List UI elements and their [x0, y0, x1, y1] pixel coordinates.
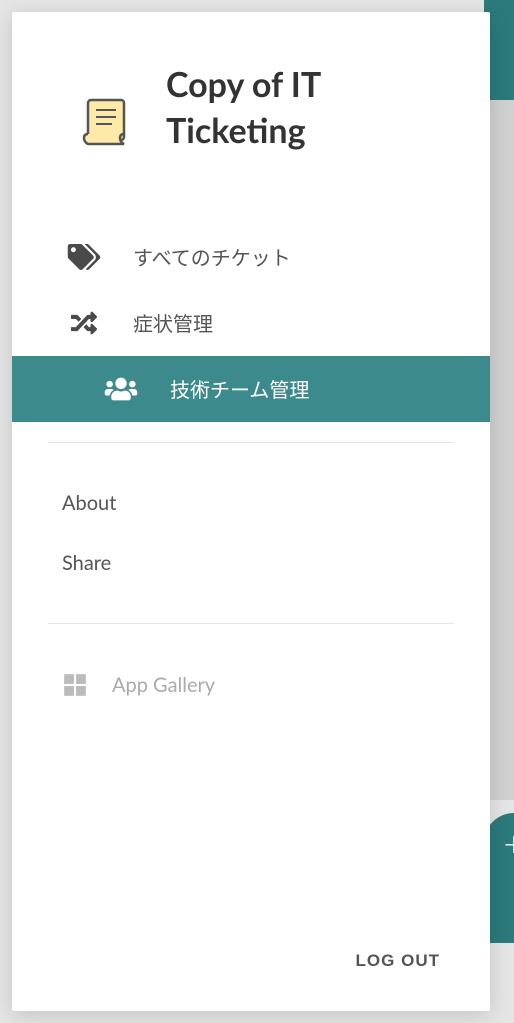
shuffle-icon [67, 308, 101, 338]
nav-item-all-tickets[interactable]: すべてのチケット [12, 224, 490, 290]
nav-label: 症状管理 [133, 308, 213, 337]
about-item[interactable]: About [12, 473, 490, 533]
gallery-label: App Gallery [112, 673, 215, 697]
navigation-drawer: Copy of IT Ticketing すべてのチケット 症状管理 [12, 12, 490, 1011]
divider [48, 623, 454, 624]
app-gallery-item[interactable]: App Gallery [12, 654, 490, 716]
tags-icon [67, 242, 101, 272]
divider [48, 442, 454, 443]
nav-section: すべてのチケット 症状管理 技術チーム管理 [12, 194, 490, 422]
users-icon [104, 374, 138, 404]
nav-item-tech-team-management[interactable]: 技術チーム管理 [12, 356, 490, 422]
nav-label: 技術チーム管理 [170, 374, 309, 403]
about-label: About [62, 491, 490, 515]
logout-button[interactable]: LOG OUT [356, 951, 440, 971]
app-title: Copy of IT Ticketing [166, 62, 458, 154]
drawer-footer: LOG OUT [12, 927, 490, 1011]
drawer-header: Copy of IT Ticketing [12, 12, 490, 194]
app-icon [74, 92, 134, 152]
grid-icon [62, 672, 88, 698]
nav-label: すべてのチケット [133, 242, 291, 271]
gallery-section: App Gallery [12, 644, 490, 726]
secondary-section: About Share [12, 463, 490, 603]
nav-item-symptom-management[interactable]: 症状管理 [12, 290, 490, 356]
share-item[interactable]: Share [12, 533, 490, 593]
share-label: Share [62, 551, 490, 575]
